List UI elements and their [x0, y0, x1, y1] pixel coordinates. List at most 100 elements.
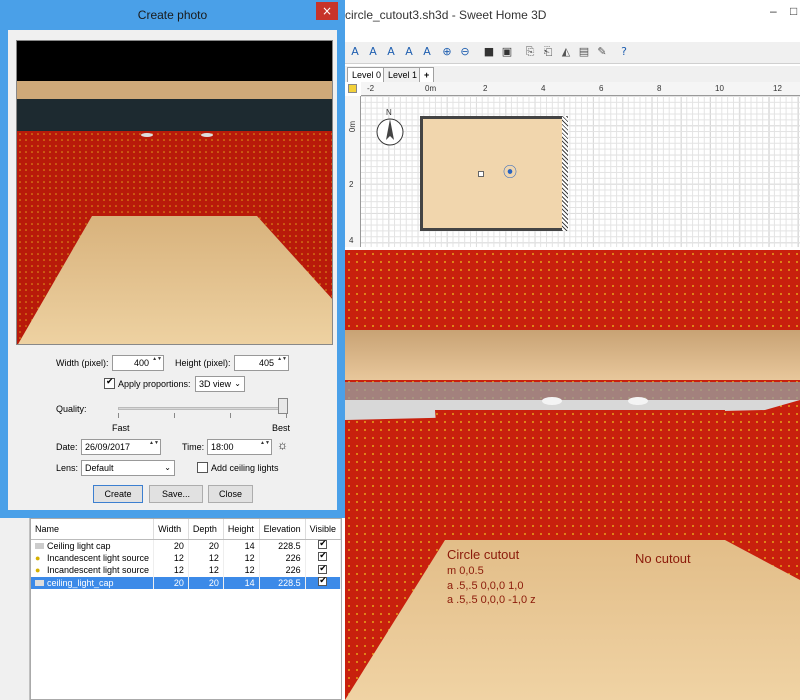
dialog-close-button[interactable]: × — [316, 2, 338, 20]
import-furniture-icon[interactable]: ⎘ — [523, 45, 537, 59]
decrease-text-icon[interactable]: A — [402, 45, 416, 59]
quality-slider-track[interactable] — [118, 407, 288, 410]
quality-fast-label: Fast — [112, 423, 130, 433]
add-ceiling-lights-checkbox[interactable] — [197, 462, 208, 473]
ruler-tick: 4 — [349, 236, 354, 245]
quality-label: Quality: — [56, 404, 87, 414]
dialog-title: Create photo — [137, 8, 208, 22]
row-elevation: 226 — [259, 564, 306, 577]
save-button[interactable]: Save... — [149, 485, 203, 503]
circle-cutout-label: Circle cutout — [447, 547, 520, 562]
table-row-selected[interactable]: ceiling_light_cap 20 20 14 228.5 — [31, 575, 342, 589]
photo-icon[interactable]: ▣ — [500, 45, 514, 59]
table-row[interactable]: ● Incandescent light source 12 12 12 226 — [31, 550, 342, 564]
dialog-body: Width (pixel): 400 Height (pixel): 405 A… — [8, 30, 337, 510]
date-spinner[interactable]: 26/09/2017 — [81, 439, 161, 455]
maximize-button[interactable]: □ — [790, 4, 797, 18]
furniture-list[interactable]: Name Width Depth Height Elevation Visibl… — [30, 518, 342, 700]
quality-best-label: Best — [272, 423, 291, 433]
row-depth: 12 — [188, 564, 224, 577]
visible-checkbox[interactable] — [318, 563, 328, 574]
column-header-height[interactable]: Height — [223, 519, 260, 540]
create-button[interactable]: Create — [93, 485, 143, 503]
import-texture-icon[interactable]: ⎗ — [541, 45, 555, 59]
date-label: Date: — [56, 442, 78, 452]
room-outline[interactable]: ⦿ — [420, 116, 568, 231]
row-depth: 12 — [188, 551, 224, 564]
ruler-tick: 10 — [715, 84, 724, 93]
lens-label: Lens: — [56, 463, 79, 473]
row-height: 12 — [223, 551, 260, 564]
width-spinner[interactable]: 400 — [112, 355, 164, 371]
light-icon[interactable]: ⦿ — [503, 164, 519, 182]
help-icon[interactable]: ? — [617, 45, 631, 59]
quality-slider-thumb[interactable] — [278, 398, 288, 414]
column-header-depth[interactable]: Depth — [188, 519, 224, 540]
add-ceiling-lights-label: Add ceiling lights — [211, 463, 279, 473]
3d-scene — [345, 250, 800, 700]
table-row[interactable]: ● Incandescent light source 12 12 12 226 — [31, 563, 342, 577]
time-label: Time: — [182, 442, 205, 452]
tab-level-0[interactable]: Level 0 — [347, 67, 387, 82]
room-handle[interactable] — [478, 171, 484, 177]
sun-icon[interactable]: ☼ — [277, 438, 288, 452]
column-header-name[interactable]: Name — [31, 519, 155, 540]
visible-checkbox[interactable] — [318, 538, 328, 549]
minimize-button[interactable]: – — [770, 4, 777, 18]
row-elevation: 228.5 — [259, 539, 306, 552]
visible-checkbox[interactable] — [318, 575, 328, 587]
add-level-button[interactable]: + — [419, 67, 435, 82]
proportions-select[interactable]: 3D view ⌄ — [195, 376, 245, 392]
close-button[interactable]: Close — [208, 485, 253, 503]
bulb-icon: ● — [35, 565, 41, 576]
row-height: 12 — [223, 564, 260, 577]
column-header-elevation[interactable]: Elevation — [259, 519, 306, 540]
lens-select[interactable]: Default ⌄ — [81, 460, 175, 476]
ruler-tick: 6 — [599, 84, 604, 93]
table-row[interactable]: Ceiling light cap 20 20 14 228.5 — [31, 538, 342, 552]
row-name: Ceiling light cap — [47, 540, 111, 551]
italic-text-icon[interactable]: A — [420, 45, 434, 59]
3d-view[interactable]: Circle cutout m 0,0.5 a .5,.5 0,0,0 1,0 … — [345, 250, 800, 700]
ruler-tick: 2 — [349, 180, 354, 189]
code-line-1: m 0,0.5 — [447, 565, 484, 577]
wizard-icon[interactable]: ✎ — [595, 45, 609, 59]
quality-slider-ticks — [118, 413, 288, 418]
tab-level-1[interactable]: Level 1 — [383, 67, 423, 82]
compass-icon[interactable]: N — [375, 108, 405, 150]
plan-view[interactable]: -2 0m 2 4 6 8 10 12 0m 2 4 N ⦿ — [345, 82, 800, 247]
increase-text-icon[interactable]: A — [384, 45, 398, 59]
ruler-tick: 0m — [425, 84, 437, 93]
height-spinner[interactable]: 405 — [234, 355, 289, 371]
zoom-in-icon[interactable]: ⊕ — [440, 45, 454, 59]
ruler-tick: 4 — [541, 84, 546, 93]
column-header-width[interactable]: Width — [153, 519, 189, 540]
toolbar: A A A A A ⊕ ⊖ ■ ▣ ⎘ ⎗ ◭ ▤ ✎ ? — [345, 42, 800, 64]
text-style-icon[interactable]: A — [366, 45, 380, 59]
room-icon[interactable]: ◭ — [559, 45, 573, 59]
ruler-tick: 12 — [773, 84, 782, 93]
row-width: 12 — [153, 551, 189, 564]
row-name: ceiling_light_cap — [47, 577, 114, 588]
bulb-icon: ● — [35, 552, 41, 563]
camera-icon[interactable]: ■ — [482, 45, 496, 59]
width-label: Width (pixel): — [56, 358, 109, 368]
apply-proportions-checkbox[interactable] — [104, 377, 115, 389]
ruler-tick: 0m — [348, 120, 358, 133]
wall-hatch — [562, 116, 568, 231]
zoom-out-icon[interactable]: ⊖ — [458, 45, 472, 59]
time-spinner[interactable]: 18:00 — [207, 439, 272, 455]
ruler-tick: 2 — [483, 84, 488, 93]
no-cutout-label: No cutout — [635, 551, 691, 566]
main-window-title: circle_cutout3.sh3d - Sweet Home 3D — [345, 8, 547, 22]
add-text-icon[interactable]: A — [348, 45, 362, 59]
row-name: Incandescent light source — [47, 565, 150, 576]
horizontal-ruler: -2 0m 2 4 6 8 10 12 — [361, 82, 800, 96]
visible-checkbox[interactable] — [318, 550, 328, 562]
row-height: 14 — [223, 539, 260, 552]
column-header-visible[interactable]: Visible — [305, 519, 342, 540]
photo-preview — [16, 40, 333, 345]
export-icon[interactable]: ▤ — [577, 45, 591, 59]
code-line-2: a .5,.5 0,0,0 1,0 — [447, 580, 524, 592]
row-depth: 20 — [188, 539, 224, 552]
